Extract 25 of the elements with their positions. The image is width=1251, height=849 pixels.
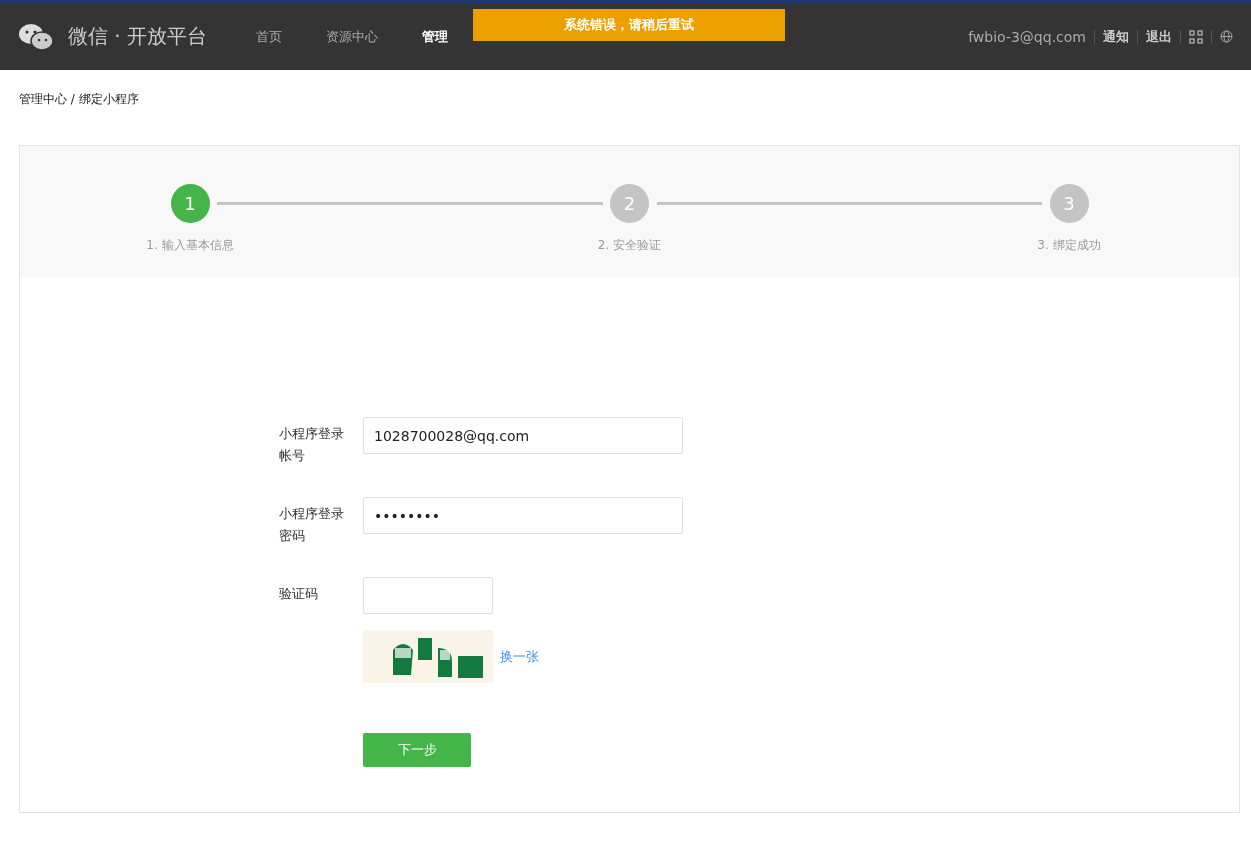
step-label: 1. 输入基本信息 bbox=[146, 237, 234, 254]
step-number: 2 bbox=[610, 184, 649, 223]
field-label: 验证码 bbox=[279, 585, 319, 603]
nav-link[interactable]: 首页 bbox=[256, 27, 282, 46]
nav-link[interactable]: 资源中心 bbox=[326, 27, 378, 46]
step-number: 1 bbox=[170, 184, 210, 223]
header-link[interactable]: 通知 bbox=[1103, 27, 1129, 46]
step-number: 3 bbox=[1049, 184, 1089, 223]
field-label: 小程序登录帐号 bbox=[279, 425, 345, 465]
refresh-captcha-link[interactable]: 换一张 bbox=[500, 647, 539, 666]
field-label: 小程序登录密码 bbox=[279, 505, 345, 545]
step-label: 3. 绑定成功 bbox=[1037, 237, 1101, 254]
nav-link[interactable]: 管理 bbox=[422, 27, 448, 46]
breadcrumb: 管理中心 / 绑定小程序 bbox=[18, 91, 140, 108]
input-field[interactable]: 1028700028@qq.com bbox=[363, 417, 683, 454]
password-field[interactable]: •••••••• bbox=[363, 497, 683, 534]
step-label: 2. 安全验证 bbox=[597, 237, 662, 254]
account-email: fwbio-3@qq.com bbox=[968, 28, 1086, 45]
chat-bubbles-icon bbox=[18, 21, 54, 52]
input-field[interactable] bbox=[363, 577, 493, 614]
qr-code-icon[interactable] bbox=[1189, 29, 1203, 44]
globe-icon[interactable] bbox=[1220, 30, 1233, 43]
header-link[interactable]: 退出 bbox=[1146, 27, 1172, 46]
logo-text: 微信 · 开放平台 bbox=[68, 23, 208, 50]
error-toast: 系统错误，请稍后重试 bbox=[473, 9, 785, 41]
